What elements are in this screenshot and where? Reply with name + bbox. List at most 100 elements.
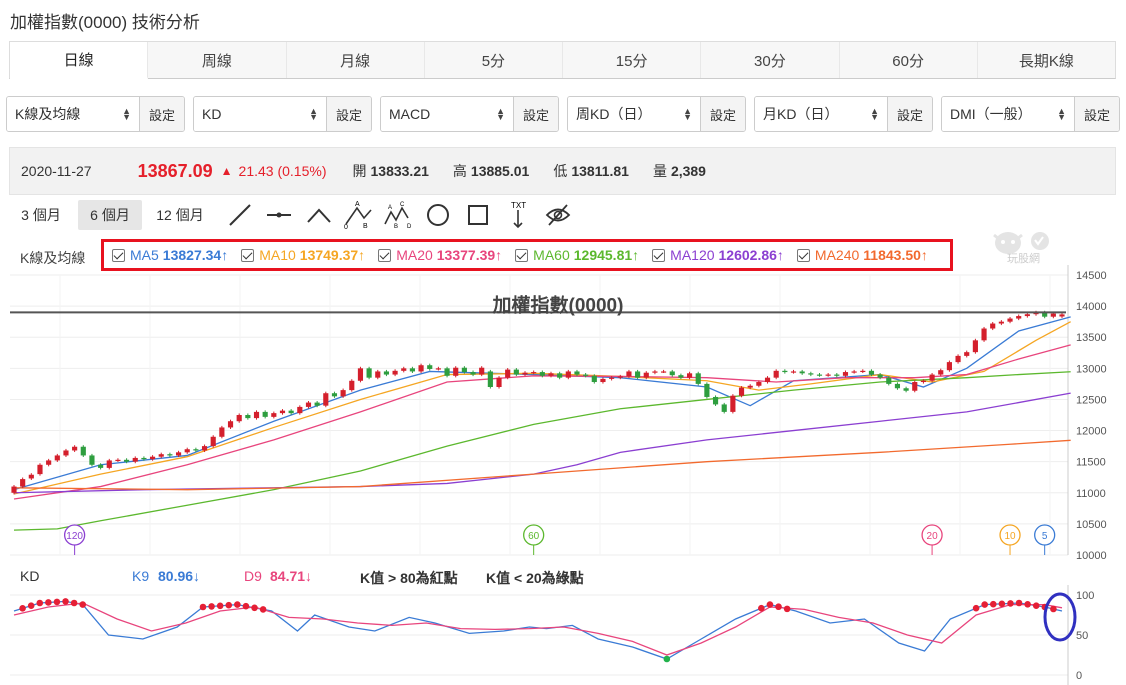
range-3m-button[interactable]: 3 個月 xyxy=(10,200,72,230)
indicator-settings-button[interactable]: 設定 xyxy=(139,97,184,131)
candle-body xyxy=(366,368,372,378)
ma-legend-item-ma240[interactable]: MA240 11843.50↑ xyxy=(796,247,928,263)
checkbox-icon[interactable] xyxy=(515,248,529,262)
page-title: 加權指數(0000) 技術分析 xyxy=(10,13,200,32)
circle-icon[interactable] xyxy=(423,200,453,230)
candle-body xyxy=(444,368,450,376)
candle-body xyxy=(271,413,277,417)
indicator-settings-button[interactable]: 設定 xyxy=(700,97,745,131)
quote-price: 13867.09 xyxy=(137,160,213,181)
indicator-select-value: K線及均線 xyxy=(15,106,81,122)
line-tool-icon[interactable] xyxy=(225,200,255,230)
ma-legend-item-ma60[interactable]: MA60 12945.81↑ xyxy=(515,247,639,263)
indicator-select-5[interactable]: DMI（一般） ▲ ▼ xyxy=(942,97,1074,131)
candle-body xyxy=(513,369,519,375)
candle-body xyxy=(678,375,684,378)
indicator-settings-button[interactable]: 設定 xyxy=(1074,97,1119,131)
angle-icon[interactable] xyxy=(304,200,334,230)
indicator-settings-button[interactable]: 設定 xyxy=(887,97,932,131)
kd-chart[interactable]: 0 50 100 xyxy=(0,585,1126,685)
tab-0[interactable]: 日線 xyxy=(10,42,149,79)
abcd-pattern-icon[interactable]: A C B D xyxy=(383,200,413,230)
candlestick-chart[interactable]: 10000 10500 11000 11500 12000 12500 13000 13500… xyxy=(0,265,1126,565)
indicator-select-1[interactable]: KD ▲ ▼ xyxy=(194,97,326,131)
volume-label: 量 xyxy=(652,163,667,179)
tab-1[interactable]: 周線 xyxy=(148,42,287,78)
kd-k-name: K9 xyxy=(132,568,150,584)
ma-legend-item-ma10[interactable]: MA10 13749.37↑ xyxy=(241,247,365,263)
candle-body xyxy=(790,371,797,373)
candle-body xyxy=(210,436,216,447)
checkbox-icon[interactable] xyxy=(796,248,810,262)
ma-legend-item-ma5[interactable]: MA5 13827.34↑ xyxy=(112,247,228,263)
svg-text:0: 0 xyxy=(344,224,348,230)
hide-icon[interactable] xyxy=(543,200,573,230)
indicator-settings-button[interactable]: 設定 xyxy=(513,97,558,131)
svg-text:B: B xyxy=(363,223,368,230)
tab-2[interactable]: 月線 xyxy=(287,42,425,78)
tab-4[interactable]: 15分 xyxy=(563,42,702,78)
kd-red-dot xyxy=(1050,605,1057,613)
candle-body xyxy=(340,390,346,397)
indicator-select-4[interactable]: 月KD（日） ▲ ▼ xyxy=(755,97,887,131)
period-tabs: 日線 周線 月線 5分 15分 30分 60分 長期K線 xyxy=(9,41,1116,79)
ma-legend-item-ma120[interactable]: MA120 12602.86↑ xyxy=(652,247,784,263)
horizontal-line-icon[interactable] xyxy=(264,200,294,230)
svg-text:A: A xyxy=(388,205,392,211)
range-12m-button[interactable]: 12 個月 xyxy=(148,200,212,230)
tab-6[interactable]: 60分 xyxy=(840,42,978,78)
open-value: 13833.21 xyxy=(370,163,429,179)
ma-legend-item-ma20[interactable]: MA20 13377.39↑ xyxy=(378,247,502,263)
period-marker-label: 60 xyxy=(528,531,540,542)
svg-text:A: A xyxy=(355,201,360,208)
annotation-circle xyxy=(1043,592,1077,642)
candle-body xyxy=(686,373,693,378)
checkbox-icon[interactable] xyxy=(378,248,392,262)
y-tick-label: 11500 xyxy=(1076,457,1106,469)
rectangle-icon[interactable] xyxy=(463,200,493,230)
tab-7[interactable]: 長期K線 xyxy=(978,42,1115,78)
ma-value: 11843.50↑ xyxy=(863,247,928,263)
candle-body xyxy=(652,371,658,373)
candle-body xyxy=(28,474,34,479)
checkbox-icon[interactable] xyxy=(652,248,666,262)
checkbox-icon[interactable] xyxy=(241,248,255,262)
y-tick-label: 13500 xyxy=(1076,332,1107,344)
sort-arrows-icon: ▲ ▼ xyxy=(122,106,131,122)
ma-value: 12945.81↑ xyxy=(573,247,640,263)
indicator-select-3[interactable]: 周KD（日） ▲ ▼ xyxy=(568,97,700,131)
indicator-settings-button[interactable]: 設定 xyxy=(326,97,371,131)
abc-pattern-icon[interactable]: 0 A B xyxy=(343,200,373,230)
candle-body xyxy=(929,374,935,381)
candle-body xyxy=(816,374,823,376)
candle-body xyxy=(72,446,78,451)
kd-red-dot xyxy=(234,601,241,608)
kd-red-dot xyxy=(1015,599,1023,607)
candle-body xyxy=(972,340,978,353)
tab-3[interactable]: 5分 xyxy=(425,42,563,78)
checkbox-icon[interactable] xyxy=(112,248,125,262)
candle-body xyxy=(1050,313,1056,317)
sort-arrows-icon: ▲ ▼ xyxy=(309,106,318,122)
kd-red-dot xyxy=(775,603,782,611)
kd-red-dot xyxy=(199,603,207,611)
candle-body xyxy=(63,450,69,456)
up-triangle-icon: ▲ xyxy=(220,164,233,178)
candle-body xyxy=(635,371,641,378)
text-tool-icon[interactable]: TXT xyxy=(503,200,533,230)
candle-body xyxy=(539,372,545,376)
candle-body xyxy=(115,459,121,461)
indicator-select-0[interactable]: K線及均線 ▲ ▼ xyxy=(7,97,139,131)
candle-body xyxy=(184,449,190,453)
candle-body xyxy=(626,371,632,377)
kd-red-dot xyxy=(216,602,224,610)
kd-red-dot xyxy=(758,604,765,612)
candle-body xyxy=(851,371,857,373)
range-6m-button[interactable]: 6 個月 xyxy=(78,200,142,230)
candle-body xyxy=(1059,314,1065,317)
low-label: 低 xyxy=(553,163,568,179)
candle-body xyxy=(54,455,60,461)
kd-green-dot xyxy=(663,655,671,663)
tab-5[interactable]: 30分 xyxy=(701,42,840,78)
indicator-select-2[interactable]: MACD ▲ ▼ xyxy=(381,97,513,131)
